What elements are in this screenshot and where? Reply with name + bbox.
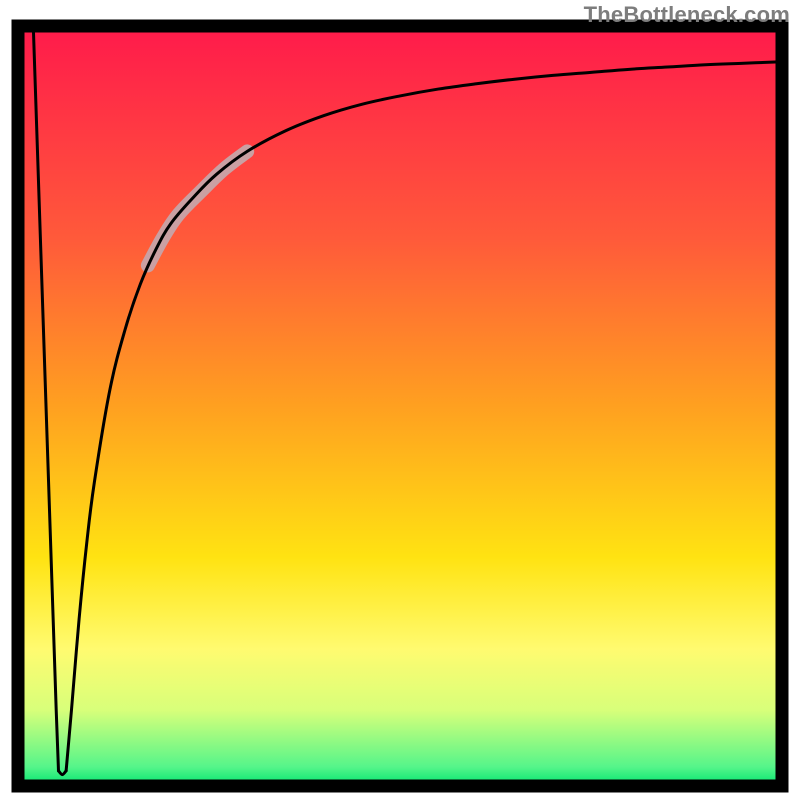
gradient-background bbox=[18, 26, 782, 786]
bottleneck-chart bbox=[0, 0, 800, 800]
chart-container: TheBottleneck.com bbox=[0, 0, 800, 800]
watermark-text: TheBottleneck.com bbox=[584, 2, 790, 28]
